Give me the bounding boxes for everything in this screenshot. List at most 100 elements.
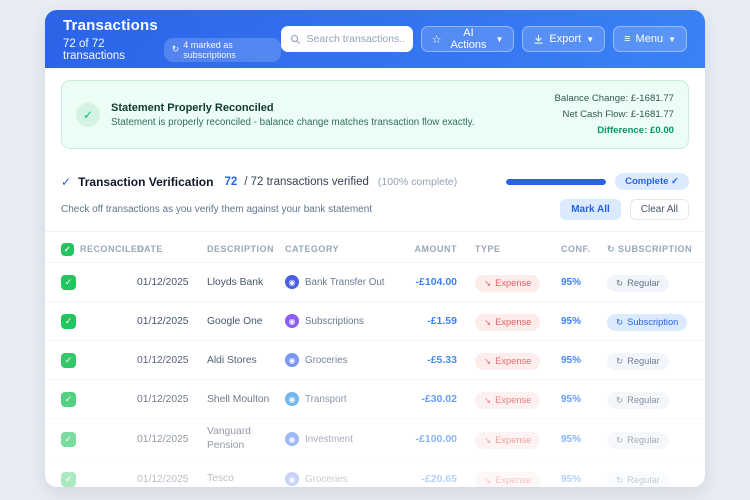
sync-icon: ↻	[616, 277, 624, 288]
check-circle-icon: ✓	[76, 102, 100, 127]
subscription-badge[interactable]: ↻ Regular	[607, 391, 669, 409]
transaction-amount: -£20.65	[421, 473, 457, 486]
star-icon: ☆	[431, 33, 442, 46]
category-icon: ◉	[285, 472, 299, 487]
subscription-badge[interactable]: ↻ Regular	[607, 274, 669, 292]
transaction-amount: -£30.02	[421, 393, 457, 406]
sync-icon: ↻	[616, 434, 624, 445]
type-badge: ↘ Expense	[475, 391, 541, 409]
app-header: Transactions 72 of 72 transactions ↻ 4 m…	[45, 10, 705, 68]
percent-complete: (100% complete)	[377, 175, 458, 188]
category-icon: ◉	[285, 432, 299, 447]
table-header: ✓ RECONCILED DATE DESCRIPTION CATEGORY A…	[45, 236, 705, 262]
reconciled-checkbox[interactable]: ✓	[61, 313, 76, 329]
chevron-down-icon: ▼	[668, 34, 676, 44]
confidence-value: 95%	[561, 276, 582, 288]
sync-icon: ↻	[616, 474, 624, 485]
transaction-amount: -£100.00	[415, 433, 457, 446]
reconciled-checkbox[interactable]: ✓	[61, 391, 76, 407]
column-conf: CONF.	[561, 244, 591, 255]
select-all-checkbox[interactable]: ✓	[61, 242, 74, 256]
verification-title: Transaction Verification	[78, 174, 214, 189]
category-icon: ◉	[285, 275, 299, 290]
confidence-value: 95%	[561, 393, 582, 405]
type-badge: ↘ Expense	[475, 313, 541, 331]
reconciled-checkbox[interactable]: ✓	[61, 352, 76, 368]
transaction-amount: -£1.59	[427, 315, 457, 328]
table-row[interactable]: ✓ 01/12/2025 Shell Moulton ◉ Transport -…	[45, 379, 705, 418]
download-icon	[533, 34, 544, 45]
transactions-panel: Transactions 72 of 72 transactions ↻ 4 m…	[45, 10, 705, 487]
progress-fill	[506, 178, 607, 185]
chevron-down-icon: ▼	[586, 34, 595, 44]
column-category: CATEGORY	[285, 244, 340, 255]
verification-section: ✓ Transaction Verification 72 / 72 trans…	[45, 161, 705, 233]
reconciliation-stats: Balance Change: £-1681.77 Net Cash Flow:…	[555, 91, 675, 138]
column-subscription: SUBSCRIPTION	[618, 244, 693, 255]
complete-badge: Complete ✓	[615, 173, 689, 191]
reconciliation-banner: ✓ Statement Properly Reconciled Statemen…	[61, 80, 689, 150]
export-button[interactable]: Export ▼	[522, 26, 606, 52]
net-cash-flow-stat: Net Cash Flow: £-1681.77	[562, 108, 674, 120]
column-type: TYPE	[475, 244, 501, 255]
search-box[interactable]	[280, 26, 413, 52]
confidence-value: 95%	[561, 315, 582, 327]
balance-change-stat: Balance Change: £-1681.77	[554, 93, 675, 104]
table-row[interactable]: ✓ 01/12/2025 Vanguard Pension ◉ Investme…	[45, 418, 705, 459]
trending-down-icon: ↘	[484, 434, 492, 445]
transaction-category: ◉ Groceries	[285, 472, 407, 487]
confidence-value: 95%	[561, 473, 582, 485]
transaction-description: Lloyds Bank	[207, 276, 264, 288]
type-badge: ↘ Expense	[475, 352, 541, 370]
trending-down-icon: ↘	[484, 316, 492, 327]
subscription-badge[interactable]: ↻ Regular	[607, 431, 669, 449]
table-body: ✓ 01/12/2025 Lloyds Bank ◉ Bank Transfer…	[45, 262, 705, 487]
transaction-category: ◉ Groceries	[285, 353, 407, 368]
reconciled-checkbox[interactable]: ✓	[61, 274, 76, 290]
ai-actions-button[interactable]: ☆ AI Actions ▼	[420, 26, 515, 52]
type-badge: ↘ Expense	[475, 471, 541, 487]
subscription-badge[interactable]: ↻ Regular	[607, 352, 669, 370]
table-row[interactable]: ✓ 01/12/2025 Lloyds Bank ◉ Bank Transfer…	[45, 262, 705, 301]
transaction-date: 01/12/2025	[137, 473, 189, 485]
table-row[interactable]: ✓ 01/12/2025 Google One ◉ Subscriptions …	[45, 301, 705, 340]
subscription-badge[interactable]: ↻ Regular	[607, 471, 669, 487]
transactions-count: 72 of 72 transactions	[63, 37, 126, 62]
sync-icon: ↻	[171, 44, 180, 54]
transaction-description: Vanguard Pension	[207, 426, 251, 452]
column-reconciled: RECONCILED	[80, 244, 145, 255]
confidence-value: 95%	[561, 354, 582, 366]
clear-all-button[interactable]: Clear All	[629, 199, 689, 221]
transaction-amount: -£104.00	[415, 276, 457, 289]
transaction-description: Aldi Stores	[207, 354, 257, 366]
transaction-description: Tesco	[207, 473, 234, 485]
trending-down-icon: ↘	[484, 277, 492, 288]
mark-all-button[interactable]: Mark All	[560, 199, 621, 221]
transaction-description: Shell Moulton	[207, 393, 270, 405]
search-icon	[290, 34, 301, 45]
page-title: Transactions	[63, 16, 158, 34]
transaction-description: Google One	[207, 315, 263, 327]
type-badge: ↘ Expense	[475, 274, 541, 292]
reconciled-checkbox[interactable]: ✓	[61, 471, 76, 487]
table-row[interactable]: ✓ 01/12/2025 Aldi Stores ◉ Groceries -£5…	[45, 340, 705, 379]
subscription-badge[interactable]: ↻ Subscription	[607, 313, 688, 331]
menu-button[interactable]: ≡ Menu ▼	[613, 26, 687, 52]
transaction-date: 01/12/2025	[137, 276, 189, 288]
reconciled-checkbox[interactable]: ✓	[61, 431, 76, 447]
category-icon: ◉	[285, 392, 299, 407]
check-icon: ✓	[61, 174, 72, 189]
transaction-category: ◉ Subscriptions	[285, 314, 407, 329]
verification-hint: Check off transactions as you verify the…	[61, 204, 373, 216]
header-actions: ☆ AI Actions ▼ Export ▼ ≡ Menu ▼	[280, 26, 687, 52]
search-input[interactable]	[306, 33, 404, 45]
column-date: DATE	[137, 244, 163, 255]
trending-down-icon: ↘	[484, 474, 492, 485]
menu-icon: ≡	[624, 33, 631, 45]
transaction-date: 01/12/2025	[137, 393, 189, 405]
transaction-amount: -£5.33	[427, 354, 457, 367]
sync-icon: ↻	[616, 355, 624, 366]
confidence-value: 95%	[561, 433, 582, 445]
table-row[interactable]: ✓ 01/12/2025 Tesco ◉ Groceries -£20.65 ↘…	[45, 459, 705, 487]
header-left: Transactions 72 of 72 transactions ↻ 4 m…	[63, 17, 281, 62]
